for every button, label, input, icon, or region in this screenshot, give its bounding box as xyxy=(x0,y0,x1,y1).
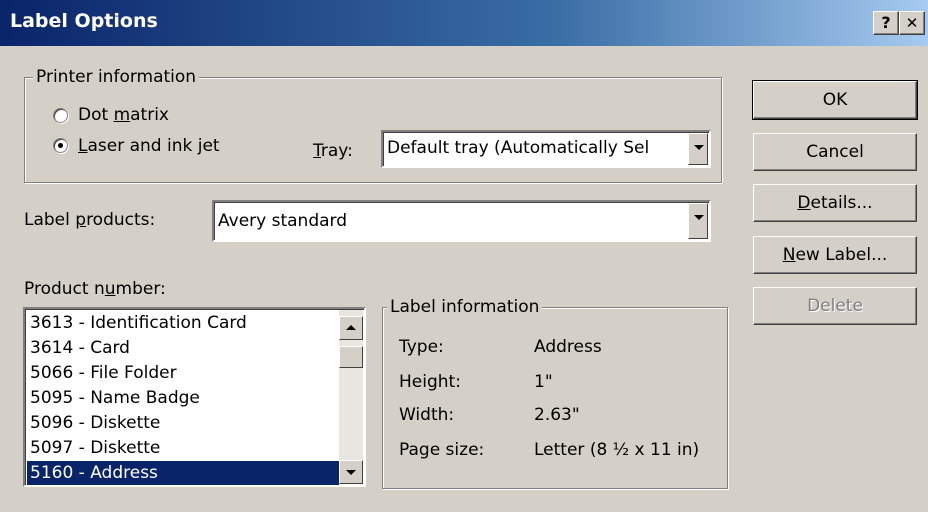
tray-dropdown[interactable]: Default tray (Automatically Sel xyxy=(381,130,711,168)
close-icon: ✕ xyxy=(905,14,919,32)
cancel-button[interactable]: Cancel xyxy=(753,133,917,171)
scroll-up-button[interactable] xyxy=(339,316,363,340)
list-item[interactable]: 5066 - File Folder xyxy=(27,361,339,386)
details-button[interactable]: Details... xyxy=(753,184,917,222)
type-value: Address xyxy=(534,337,602,357)
type-key: Type: xyxy=(399,337,444,357)
scroll-down-button[interactable] xyxy=(339,460,363,484)
width-key: Width: xyxy=(399,405,455,425)
label-products-dropdown-button[interactable] xyxy=(688,203,708,239)
printer-information-legend: Printer information xyxy=(33,67,200,87)
product-number-label: Product number: xyxy=(24,279,166,299)
help-icon: ? xyxy=(881,13,891,32)
list-item[interactable]: 5096 - Diskette xyxy=(27,411,339,436)
laser-ink-jet-label[interactable]: Laser and ink jet xyxy=(78,136,220,156)
height-key: Height: xyxy=(399,372,461,392)
page-size-value: Letter (8 ½ x 11 in) xyxy=(534,440,700,460)
product-number-list[interactable]: 3613 - Identification Card 3614 - Card 5… xyxy=(23,307,366,487)
help-button[interactable]: ? xyxy=(873,11,899,35)
list-item[interactable]: 5095 - Name Badge xyxy=(27,386,339,411)
window-title: Label Options xyxy=(10,10,158,32)
list-item-selected[interactable]: 5160 - Address xyxy=(27,461,339,485)
dot-matrix-radio[interactable] xyxy=(53,108,68,123)
scroll-thumb[interactable] xyxy=(339,346,363,368)
ok-button[interactable]: OK xyxy=(752,80,918,120)
laser-ink-jet-radio[interactable] xyxy=(53,138,68,153)
label-products-value: Avery standard xyxy=(218,211,348,231)
list-item[interactable]: 3613 - Identification Card xyxy=(27,311,339,336)
new-label-button[interactable]: New Label... xyxy=(753,236,917,274)
delete-button[interactable]: Delete xyxy=(753,287,917,325)
tray-dropdown-button[interactable] xyxy=(688,133,708,165)
dot-matrix-label[interactable]: Dot matrix xyxy=(78,105,169,125)
label-information-group: Label information xyxy=(382,297,728,489)
label-information-legend: Label information xyxy=(387,297,543,317)
title-bar: Label Options ? ✕ xyxy=(0,0,928,46)
list-item[interactable]: 3614 - Card xyxy=(27,336,339,361)
height-value: 1" xyxy=(534,372,553,392)
list-item[interactable]: 5097 - Diskette xyxy=(27,436,339,461)
page-size-key: Page size: xyxy=(399,440,485,460)
label-products-label: Label products: xyxy=(24,210,156,230)
close-button[interactable]: ✕ xyxy=(899,11,925,35)
label-products-dropdown[interactable]: Avery standard xyxy=(212,200,711,242)
tray-label: Tray: xyxy=(313,141,353,161)
product-list-scrollbar[interactable] xyxy=(339,310,363,484)
width-value: 2.63" xyxy=(534,405,580,425)
tray-value: Default tray (Automatically Sel xyxy=(387,138,650,158)
